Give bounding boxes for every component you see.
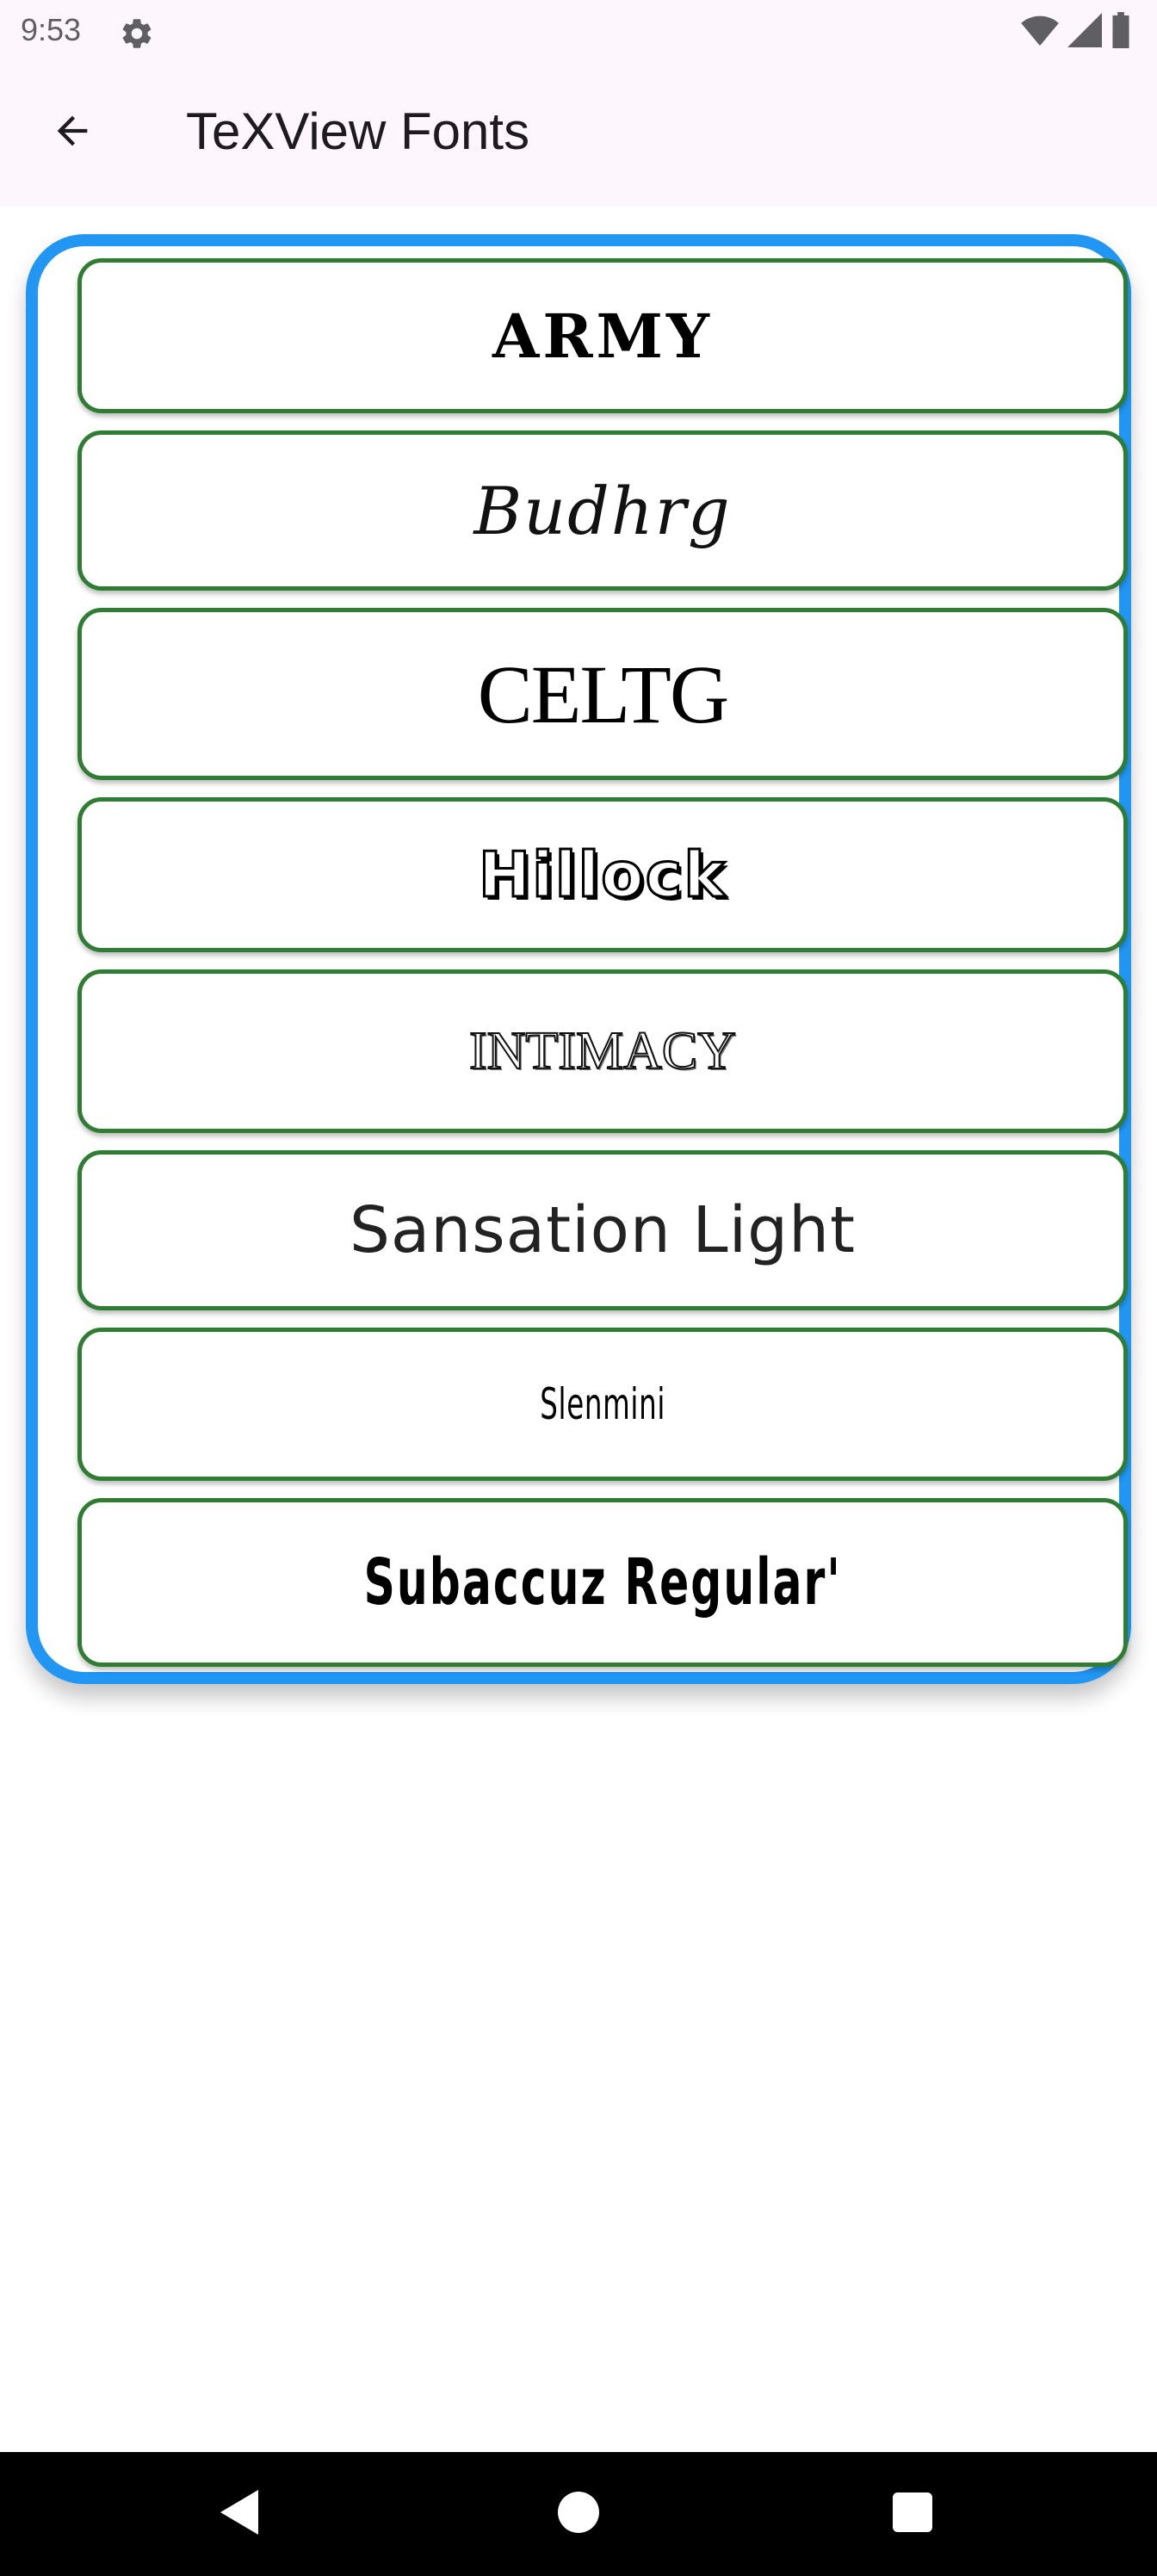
back-triangle-icon xyxy=(220,2489,262,2539)
font-item-army[interactable]: ARMY xyxy=(77,258,1128,413)
nav-home-button[interactable] xyxy=(544,2480,613,2548)
font-item-label: Subaccuz Regular' xyxy=(363,1545,842,1619)
font-item-hillock[interactable]: Hillock xyxy=(77,797,1128,952)
font-item-label: Budhrg xyxy=(473,472,732,549)
status-icons xyxy=(1021,12,1131,53)
cellular-signal-icon xyxy=(1067,13,1102,52)
font-item-label: CELTG xyxy=(477,647,729,740)
font-item-label: Sansation Light xyxy=(349,1193,857,1267)
font-item-label: Hillock xyxy=(477,838,727,913)
font-item-label: Slenmini xyxy=(540,1379,665,1429)
arrow-back-icon xyxy=(50,108,95,158)
home-circle-icon xyxy=(558,2491,599,2537)
battery-icon xyxy=(1111,12,1131,53)
nav-back-button[interactable] xyxy=(207,2480,275,2548)
font-item-intimacy[interactable]: INTIMACY xyxy=(77,969,1128,1133)
font-item-subaccuz-regular[interactable]: Subaccuz Regular' xyxy=(77,1498,1128,1667)
font-item-slenmini[interactable]: Slenmini xyxy=(77,1328,1128,1481)
page-title: TeXView Fonts xyxy=(186,102,530,160)
font-item-celtg[interactable]: CELTG xyxy=(77,608,1128,780)
settings-gear-icon xyxy=(119,15,155,52)
font-list-card: ARMY Budhrg CELTG Hillock INTIMACY Sansa… xyxy=(26,234,1131,1684)
nav-recents-button[interactable] xyxy=(878,2480,947,2548)
wifi-icon xyxy=(1021,13,1059,52)
font-item-label: ARMY xyxy=(492,300,713,372)
status-time: 9:53 xyxy=(21,12,82,47)
font-item-sansation-light[interactable]: Sansation Light xyxy=(77,1150,1128,1310)
font-item-budhrg[interactable]: Budhrg xyxy=(77,430,1128,591)
app-bar: TeXView Fonts xyxy=(0,62,1157,207)
status-bar: 9:53 xyxy=(0,0,1157,62)
font-item-label: INTIMACY xyxy=(468,1021,737,1081)
back-button[interactable] xyxy=(36,96,108,169)
navigation-bar xyxy=(0,2452,1157,2576)
recents-square-icon xyxy=(893,2492,932,2536)
